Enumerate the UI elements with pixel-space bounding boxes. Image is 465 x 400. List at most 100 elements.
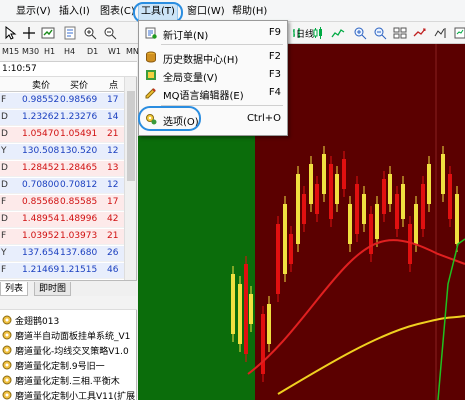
menu-charts[interactable]: 图表(C) — [98, 4, 137, 20]
cell-sym: F — [1, 197, 7, 207]
market-watch-row[interactable]: F 1.03952 1.03973 21 — [0, 229, 124, 245]
new-order-icon-toolbar[interactable] — [62, 25, 78, 41]
menu-insert[interactable]: 插入(I) — [57, 4, 92, 20]
candle-body — [231, 274, 235, 334]
new-order-label: 新订单(N) — [163, 31, 209, 42]
cell-ask: 1.21515 — [60, 265, 98, 275]
navigator-item[interactable]: 磨道量化定制小工具V11(扩展 — [2, 387, 136, 400]
cell-ask: 130.520 — [60, 146, 98, 156]
navigator-item[interactable]: 磨道量化定制.9号旧一 — [2, 357, 136, 373]
cell-sym: D — [1, 112, 8, 122]
cell-spread: 17 — [107, 197, 119, 207]
navigator-item[interactable]: 磨道半自动面板挂单系统_V1 — [2, 327, 136, 343]
chart-props-icon[interactable] — [40, 25, 56, 41]
zoom-in-icon[interactable] — [82, 25, 98, 41]
zoom-in-chart-icon[interactable] — [352, 25, 368, 41]
navigator-item[interactable]: 金翅鹊013 — [2, 312, 136, 328]
market-watch-row[interactable]: D 1.48954 1.48996 42 — [0, 212, 124, 228]
tab-tick-chart[interactable]: 即时图 — [34, 282, 72, 296]
market-watch-time: 1:10:57 — [0, 62, 137, 77]
market-watch-row[interactable]: F 0.85568 0.85585 17 — [0, 195, 124, 211]
market-watch-scrollbar[interactable] — [124, 77, 136, 280]
market-watch-row[interactable]: D 1.23262 1.23276 14 — [0, 110, 124, 126]
auto-scroll-icon[interactable] — [412, 25, 428, 41]
tab-symbols[interactable]: 列表 — [0, 282, 29, 296]
expert-advisor-icon — [2, 315, 12, 325]
chart-shift-icon[interactable] — [432, 25, 448, 41]
menu-view[interactable]: 显示(V) — [14, 4, 53, 20]
menu-tools[interactable]: 工具(T) — [138, 3, 178, 21]
tf-w1[interactable]: W1 — [108, 47, 121, 56]
cell-sym: F — [1, 231, 7, 241]
new-order-shortcut: F9 — [268, 27, 281, 38]
candle-body — [342, 159, 346, 189]
history-center-icon — [145, 51, 157, 63]
options-label: 选项(O) — [163, 117, 199, 128]
candle-body — [244, 264, 248, 354]
zoom-out-icon[interactable] — [102, 25, 118, 41]
tf-d1[interactable]: D1 — [87, 47, 98, 56]
tools-dropdown-menu: 新订单(N) F9 历史数据中心(H) F2 全局变量(V) F3 MQ语言编辑… — [138, 20, 288, 136]
expert-advisor-icon — [2, 345, 12, 355]
market-watch-row[interactable]: Y 137.654 137.680 26 — [0, 246, 124, 262]
candle-body — [375, 204, 379, 239]
scrollbar-thumb[interactable] — [127, 91, 135, 181]
menu-separator — [161, 105, 283, 106]
cell-bid: 0.70800 — [22, 180, 60, 190]
spread-column-header[interactable]: 点 — [109, 78, 118, 91]
menu-window[interactable]: 窗口(W) — [185, 4, 227, 20]
tf-h4[interactable]: H4 — [64, 47, 75, 56]
cell-sym: F — [1, 265, 7, 275]
menu-item-metaeditor[interactable]: MQ语言编辑器(E) F4 — [141, 84, 285, 102]
navigator-item-label: 磨道量化定制.三相.平衡木 — [15, 377, 120, 387]
moving-average-yellow — [277, 315, 465, 395]
market-watch-row[interactable]: F 0.98552 0.98569 17 — [0, 93, 124, 109]
cell-bid: 1.23262 — [22, 112, 60, 122]
candle-body — [276, 224, 280, 294]
cell-ask: 137.680 — [60, 248, 98, 258]
tile-windows-icon[interactable] — [392, 25, 408, 41]
menu-item-global-variables[interactable]: 全局变量(V) F3 — [141, 66, 285, 84]
candle-body — [388, 174, 392, 204]
market-watch-panel: 1:10:57 卖价 买价 点 F 0.98552 0.98569 17 D 1.2326… — [0, 62, 137, 280]
global-variables-label: 全局变量(V) — [163, 73, 218, 84]
menu-item-new-order[interactable]: 新订单(N) F9 — [141, 24, 285, 42]
market-watch-row[interactable]: D 1.05470 1.05491 21 — [0, 127, 124, 143]
cursor-icon[interactable] — [2, 25, 18, 41]
tf-m15[interactable]: M15 — [2, 47, 19, 56]
templates-icon[interactable] — [452, 25, 465, 41]
navigator-item[interactable]: 磨道量化-均线交叉策略V1.0 — [2, 342, 136, 358]
ask-column-header[interactable]: 买价 — [70, 78, 88, 91]
cell-spread: 14 — [107, 112, 119, 122]
tf-mn[interactable]: MN — [126, 47, 139, 56]
global-variables-shortcut: F3 — [268, 69, 281, 80]
market-watch-header: 卖价 买价 点 — [0, 77, 124, 92]
cell-bid: 1.05470 — [22, 129, 60, 139]
cell-bid: 130.508 — [22, 146, 60, 156]
crosshair-icon[interactable] — [21, 25, 37, 41]
menu-item-history-center[interactable]: 历史数据中心(H) F2 — [141, 48, 285, 66]
cell-bid: 137.654 — [22, 248, 60, 258]
cell-sym: D — [1, 214, 8, 224]
cell-spread: 17 — [107, 95, 119, 105]
bid-column-header[interactable]: 卖价 — [32, 78, 50, 91]
expert-advisor-icon — [2, 390, 12, 400]
zoom-out-chart-icon[interactable] — [372, 25, 388, 41]
market-watch-row[interactable]: F 1.21469 1.21515 46 — [0, 263, 124, 279]
navigator-header — [0, 296, 137, 310]
market-watch-row[interactable]: D 1.28452 1.28465 13 — [0, 161, 124, 177]
candle-body — [309, 164, 313, 204]
navigator-item[interactable]: 磨道量化定制.三相.平衡木 — [2, 372, 136, 388]
tf-h1[interactable]: H1 — [44, 47, 55, 56]
menu-item-options[interactable]: 选项(O) Ctrl+O — [141, 110, 285, 128]
chart-menu-text: 日线 — [296, 30, 315, 40]
candle-body — [382, 179, 386, 214]
cell-sym: D — [1, 180, 8, 190]
market-watch-row[interactable]: D 0.70800 0.70812 12 — [0, 178, 124, 194]
candle-body — [261, 314, 265, 374]
market-watch-row[interactable]: Y 130.508 130.520 12 — [0, 144, 124, 160]
tf-m30[interactable]: M30 — [22, 47, 39, 56]
menu-help[interactable]: 帮助(H) — [230, 4, 269, 20]
cell-spread: 26 — [107, 248, 119, 258]
line-chart-icon[interactable] — [330, 25, 346, 41]
